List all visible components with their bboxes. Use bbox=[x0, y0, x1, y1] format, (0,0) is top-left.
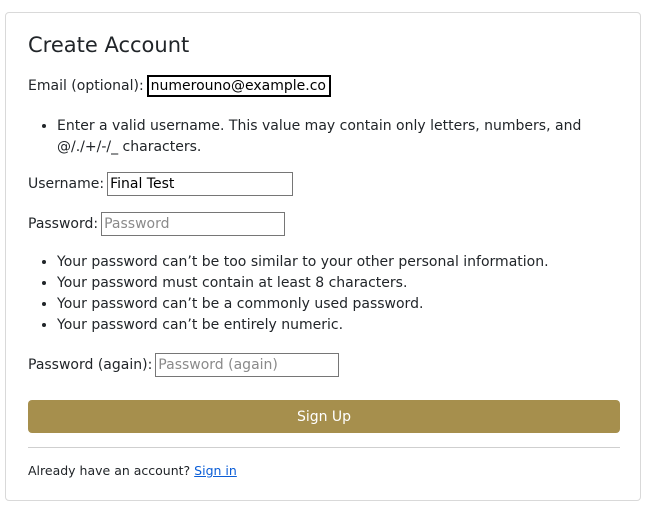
divider bbox=[28, 447, 620, 448]
username-field[interactable] bbox=[107, 172, 294, 196]
page-title: Create Account bbox=[28, 33, 190, 57]
password-label: Password: bbox=[28, 216, 99, 232]
password-help-item: Your password can’t be too similar to yo… bbox=[57, 252, 637, 273]
password-again-label: Password (again): bbox=[28, 357, 153, 373]
email-label: Email (optional): bbox=[28, 78, 144, 94]
username-help-list: Enter a valid username. This value may c… bbox=[28, 116, 637, 158]
email-field[interactable] bbox=[146, 75, 331, 97]
signup-card: Create Account Email (optional): Enter a… bbox=[5, 12, 641, 501]
password-again-field[interactable] bbox=[155, 353, 340, 377]
sign-up-button[interactable]: Sign Up bbox=[28, 400, 620, 433]
username-label: Username: bbox=[28, 176, 105, 192]
signin-prompt: Already have an account? Sign in bbox=[28, 463, 237, 478]
email-row: Email (optional): bbox=[28, 75, 331, 97]
password-row: Password: bbox=[28, 212, 286, 236]
username-row: Username: bbox=[28, 172, 294, 196]
password-field[interactable] bbox=[101, 212, 286, 236]
username-help-text: Enter a valid username. This value may c… bbox=[57, 116, 637, 158]
password-help-list: Your password can’t be too similar to yo… bbox=[28, 252, 637, 336]
password-help-item: Your password can’t be a commonly used p… bbox=[57, 294, 637, 315]
password-help-item: Your password can’t be entirely numeric. bbox=[57, 315, 637, 336]
password-again-row: Password (again): bbox=[28, 353, 340, 377]
password-help-item: Your password must contain at least 8 ch… bbox=[57, 273, 637, 294]
sign-in-link[interactable]: Sign in bbox=[194, 463, 237, 478]
signin-prompt-text: Already have an account? bbox=[28, 463, 191, 478]
